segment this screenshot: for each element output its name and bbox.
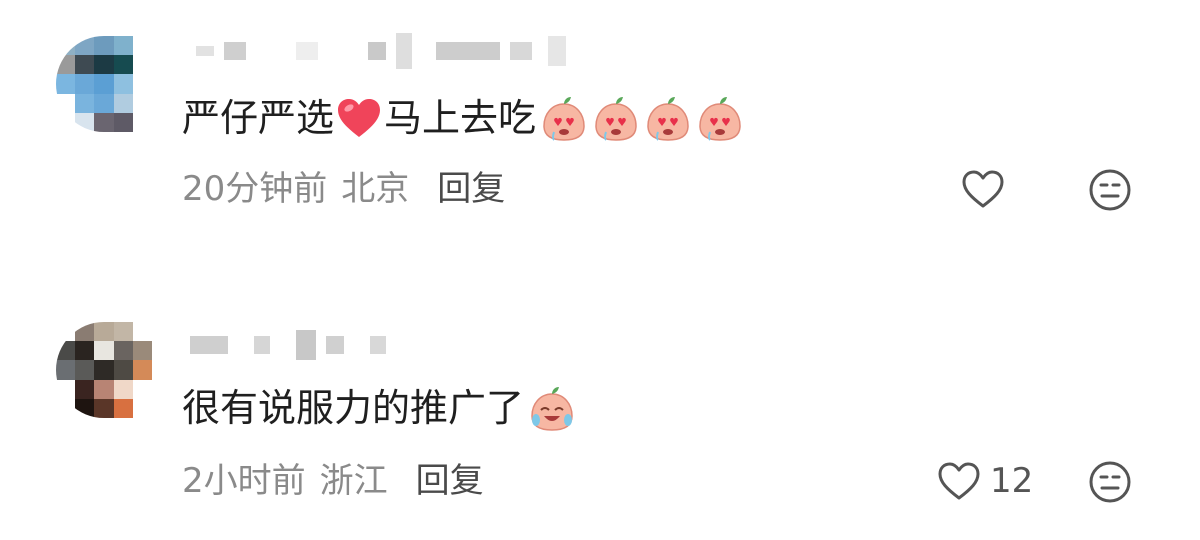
avatar[interactable]: [56, 36, 152, 132]
comment-text-part: 马上去吃: [384, 96, 537, 140]
reply-button[interactable]: 回复: [437, 172, 505, 206]
heart-eyes-peach-emoji: [595, 97, 637, 141]
neutral-face-icon[interactable]: [1088, 168, 1132, 212]
heart-eyes-peach-emoji: [647, 97, 689, 141]
comment-text-part: 严仔严选: [182, 96, 335, 140]
location: 北京: [341, 169, 410, 209]
heart-outline-icon: [962, 170, 1004, 208]
location: 浙江: [319, 461, 388, 501]
timestamp: 2小时前: [182, 461, 306, 501]
red-heart-emoji: [338, 99, 381, 137]
like-count: 12: [990, 461, 1034, 501]
username[interactable]: [196, 33, 576, 69]
username[interactable]: [190, 330, 396, 360]
comment-meta: 20分钟前 北京 回复: [182, 172, 505, 206]
comment-text: 严仔严选 马上去吃: [182, 94, 744, 142]
like-button[interactable]: [960, 168, 1014, 210]
comment-text-part: 很有说服力的推广了: [182, 386, 525, 430]
reply-button[interactable]: 回复: [416, 464, 484, 498]
comment-meta: 2小时前 浙江 回复: [182, 464, 484, 498]
heart-outline-icon: [938, 462, 980, 500]
avatar[interactable]: [56, 322, 152, 418]
crying-laughing-peach-emoji: [531, 387, 573, 431]
neutral-face-icon[interactable]: [1088, 460, 1132, 504]
heart-eyes-peach-emoji: [543, 97, 585, 141]
like-button[interactable]: 12: [936, 460, 1033, 502]
comment-text: 很有说服力的推广了: [182, 384, 576, 432]
timestamp: 20分钟前: [182, 169, 328, 209]
heart-eyes-peach-emoji: [699, 97, 741, 141]
